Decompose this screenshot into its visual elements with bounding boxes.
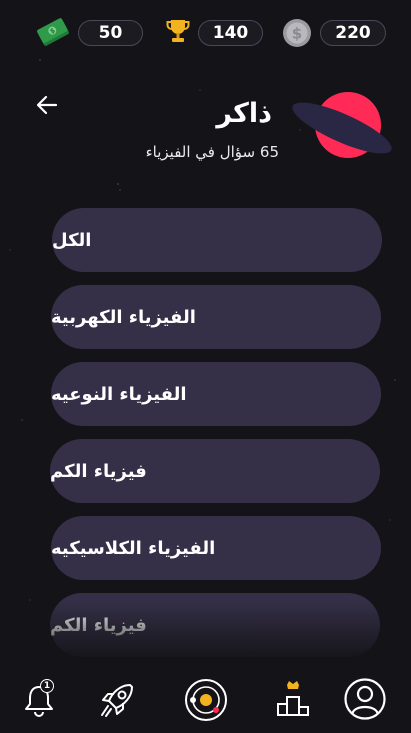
- category-classical-physics-button[interactable]: الفيزياء الكلاسيكيه: [51, 516, 381, 580]
- category-label: الفيزياء الكلاسيكيه: [51, 537, 216, 559]
- category-label: الفيزياء النوعيه: [51, 383, 187, 405]
- nav-leaderboard[interactable]: [272, 679, 316, 723]
- category-label: الفيزياء الكهربية: [51, 306, 196, 328]
- coin-icon: $: [283, 19, 311, 47]
- page-title: ذاكر: [216, 98, 272, 129]
- category-electric-physics-button[interactable]: الفيزياء الكهربية: [51, 285, 381, 349]
- trophy-icon: [166, 20, 190, 42]
- cash-counter: 50: [78, 20, 143, 46]
- category-quantum-physics-button[interactable]: فيزياء الكم: [50, 439, 380, 503]
- cash-icon: $: [37, 18, 69, 46]
- trophy-value: 140: [212, 23, 249, 43]
- coin-value: 220: [335, 23, 371, 43]
- profile-icon: [344, 678, 386, 720]
- rocket-icon: [101, 684, 133, 717]
- nav-profile[interactable]: [343, 677, 387, 721]
- nav-home[interactable]: [183, 677, 227, 721]
- solar-system-icon: [185, 679, 227, 721]
- category-specific-physics-button[interactable]: الفيزياء النوعيه: [51, 362, 381, 426]
- category-label: فيزياء الكم: [50, 460, 147, 482]
- nav-notifications[interactable]: 1: [20, 679, 64, 725]
- bottom-nav: 1: [0, 669, 411, 733]
- category-label: الكل: [52, 229, 92, 251]
- nav-rocket[interactable]: [98, 681, 142, 725]
- coin-counter: 220: [320, 20, 386, 46]
- trophy-counter: 140: [198, 20, 263, 46]
- podium-icon: [277, 681, 309, 716]
- category-all-button[interactable]: الكل: [52, 208, 382, 272]
- cash-value: 50: [98, 23, 123, 43]
- category-quantum-physics-button-2[interactable]: فيزياء الكم: [50, 593, 380, 657]
- planet-logo: [292, 92, 392, 158]
- back-arrow-icon[interactable]: [34, 92, 60, 118]
- questions-count: 65 سؤال في الفيزياء: [145, 143, 279, 161]
- notification-badge: 1: [40, 679, 54, 693]
- category-label: فيزياء الكم: [50, 614, 147, 636]
- svg-text:$: $: [292, 25, 302, 43]
